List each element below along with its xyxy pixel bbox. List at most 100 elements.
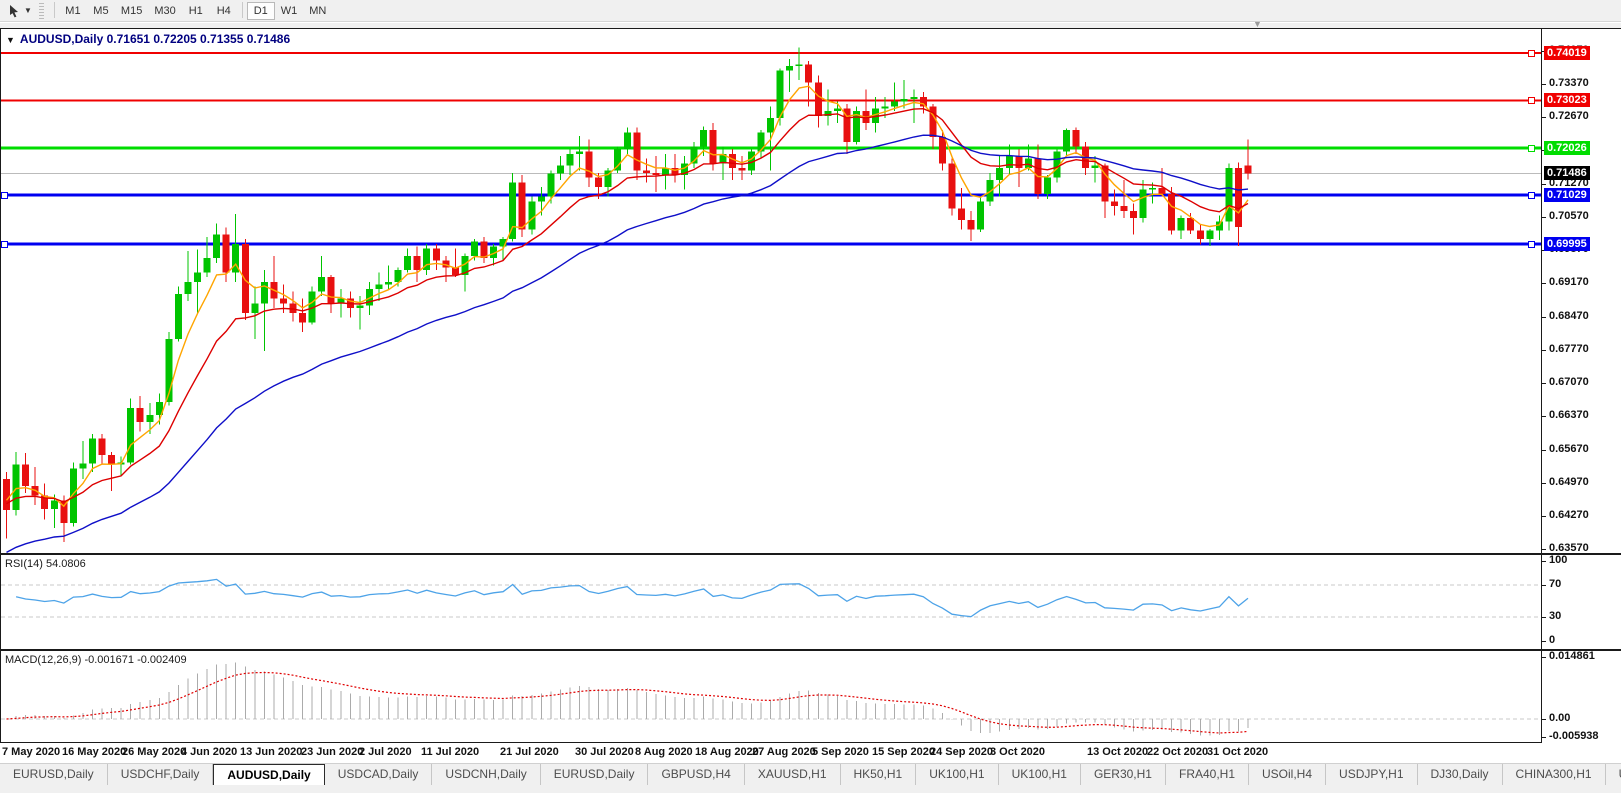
candle-body <box>318 277 325 291</box>
candle-body <box>1235 168 1242 227</box>
date-axis[interactable]: 7 May 202016 May 202026 May 20204 Jun 20… <box>0 743 1621 763</box>
price-label-badge: 0.71029 <box>1544 188 1590 202</box>
candle-body <box>414 256 421 270</box>
candle-body <box>385 282 392 284</box>
timeframe-button-h4[interactable]: H4 <box>210 2 238 20</box>
symbol-tab-hk50-8[interactable]: HK50,H1 <box>841 764 917 785</box>
timeframe-button-w1[interactable]: W1 <box>275 2 304 20</box>
chart-dropdown-icon[interactable]: ▼ <box>6 35 15 45</box>
axis-tick-mark <box>1542 585 1546 586</box>
symbol-tab-usdjpy-14[interactable]: USDJPY,H1 <box>1326 764 1417 785</box>
candle-body <box>375 284 382 289</box>
axis-tick-mark <box>1542 383 1546 384</box>
rsi-panel-chart[interactable] <box>1 555 1541 649</box>
symbol-tab-usdcad-3[interactable]: USDCAD,Daily <box>325 764 433 785</box>
price-axis-tick: 0.65670 <box>1549 443 1589 455</box>
line-handle[interactable] <box>1528 50 1535 57</box>
rsi-axis-tick: 100 <box>1549 554 1567 566</box>
toolbar-separator <box>242 2 243 18</box>
line-handle[interactable] <box>1528 192 1535 199</box>
chart-tab-bar: EURUSD,DailyUSDCHF,DailyAUDUSD,DailyUSDC… <box>0 763 1621 793</box>
candle-body <box>901 99 908 101</box>
candle-body <box>1025 159 1032 168</box>
symbol-tab-usdcnh-4[interactable]: USDCNH,Daily <box>432 764 540 785</box>
candle-body <box>433 249 440 261</box>
price-axis-tick: 0.68470 <box>1549 310 1589 322</box>
axis-tick-mark <box>1542 217 1546 218</box>
candle-body <box>1073 130 1080 147</box>
symbol-tab-audusd-2[interactable]: AUDUSD,Daily <box>213 764 324 785</box>
symbol-tab-usdchf-1[interactable]: USDCHF,Daily <box>108 764 214 785</box>
price-axis-tick: 0.66370 <box>1549 409 1589 421</box>
date-axis-label: 13 Oct 2020 <box>1087 746 1148 758</box>
symbol-tab-fra40-12[interactable]: FRA40,H1 <box>1166 764 1249 785</box>
candle-body <box>1006 156 1013 168</box>
symbol-tab-usoil-13[interactable]: USOil,H4 <box>1249 764 1326 785</box>
timeframe-button-m5[interactable]: M5 <box>87 2 115 20</box>
timeframe-button-mn[interactable]: MN <box>303 2 332 20</box>
macd-axis-tick: -0.005938 <box>1549 730 1599 742</box>
price-label-badge: 0.69995 <box>1544 237 1590 251</box>
timeframe-button-d1[interactable]: D1 <box>247 2 275 20</box>
panel-separator[interactable] <box>1 553 1621 555</box>
dropdown-caret-icon[interactable]: ▼ <box>24 6 32 15</box>
line-handle[interactable] <box>1528 145 1535 152</box>
symbol-tab-china300-16[interactable]: CHINA300,H1 <box>1503 764 1606 785</box>
candle-body <box>1197 231 1204 240</box>
candle-body <box>261 282 268 303</box>
symbol-tab-gbpusd-6[interactable]: GBPUSD,H4 <box>648 764 744 785</box>
cursor-tool-icon[interactable] <box>4 2 24 20</box>
candle-body <box>146 415 153 422</box>
candle-body <box>13 465 20 510</box>
candle-body <box>805 65 812 83</box>
symbol-tab-ger30-11[interactable]: GER30,H1 <box>1081 764 1166 785</box>
axis-tick-mark <box>1542 657 1546 658</box>
candle-body <box>299 313 306 322</box>
date-axis-label: 21 Jul 2020 <box>500 746 559 758</box>
panel-separator[interactable] <box>1 649 1621 651</box>
symbol-tab-usoil-17[interactable]: USOil,H1 <box>1606 764 1621 785</box>
candle-body <box>1245 166 1252 174</box>
timeframe-button-m30[interactable]: M30 <box>148 2 181 20</box>
timeframe-button-m1[interactable]: M1 <box>59 2 87 20</box>
symbol-tab-uk100-9[interactable]: UK100,H1 <box>916 764 998 785</box>
price-axis[interactable]: 0.740700.733700.726700.719700.712700.705… <box>1541 29 1621 743</box>
trading-app-window: ▼ M1M5M15M30H1H4 D1W1MN ▼ ▼AUDUSD,Daily 0… <box>0 0 1621 793</box>
timeframe-button-h1[interactable]: H1 <box>182 2 210 20</box>
chart-title: ▼AUDUSD,Daily 0.71651 0.72205 0.71355 0.… <box>6 32 290 46</box>
macd-axis-tick: 0.00 <box>1549 712 1570 724</box>
candle-body <box>184 282 191 294</box>
toolbar-grip-handle[interactable] <box>39 3 44 19</box>
candle-body <box>356 306 363 308</box>
symbol-tab-eurusd-0[interactable]: EURUSD,Daily <box>0 764 108 785</box>
candle-body <box>595 178 602 187</box>
symbol-tab-dj30-15[interactable]: DJ30,Daily <box>1418 764 1503 785</box>
candle-body <box>194 272 201 281</box>
price-axis-tick: 0.67070 <box>1549 376 1589 388</box>
candle-body <box>796 65 803 66</box>
date-axis-label: 16 May 2020 <box>62 746 126 758</box>
candle-body <box>996 168 1003 180</box>
candle-body <box>175 294 182 339</box>
macd-panel-chart[interactable] <box>1 651 1541 743</box>
candle-body <box>547 174 554 197</box>
symbol-tab-uk100-10[interactable]: UK100,H1 <box>999 764 1081 785</box>
line-handle[interactable] <box>1 192 8 199</box>
line-handle[interactable] <box>1528 241 1535 248</box>
candle-body <box>920 97 927 106</box>
axis-tick-mark <box>1542 350 1546 351</box>
axis-tick-mark <box>1542 117 1546 118</box>
line-handle[interactable] <box>1528 97 1535 104</box>
candle-body <box>958 208 965 220</box>
candle-body <box>948 163 955 208</box>
price-axis-tick: 0.73370 <box>1549 77 1589 89</box>
candle-body <box>79 463 86 468</box>
timeframe-button-m15[interactable]: M15 <box>115 2 148 20</box>
symbol-tab-eurusd-5[interactable]: EURUSD,Daily <box>541 764 649 785</box>
line-handle[interactable] <box>1 241 8 248</box>
axis-tick-mark <box>1542 561 1546 562</box>
symbol-tab-xauusd-7[interactable]: XAUUSD,H1 <box>745 764 841 785</box>
candle-body <box>251 303 258 312</box>
main-price-chart[interactable] <box>1 29 1541 553</box>
date-axis-label: 11 Jul 2020 <box>421 746 479 758</box>
